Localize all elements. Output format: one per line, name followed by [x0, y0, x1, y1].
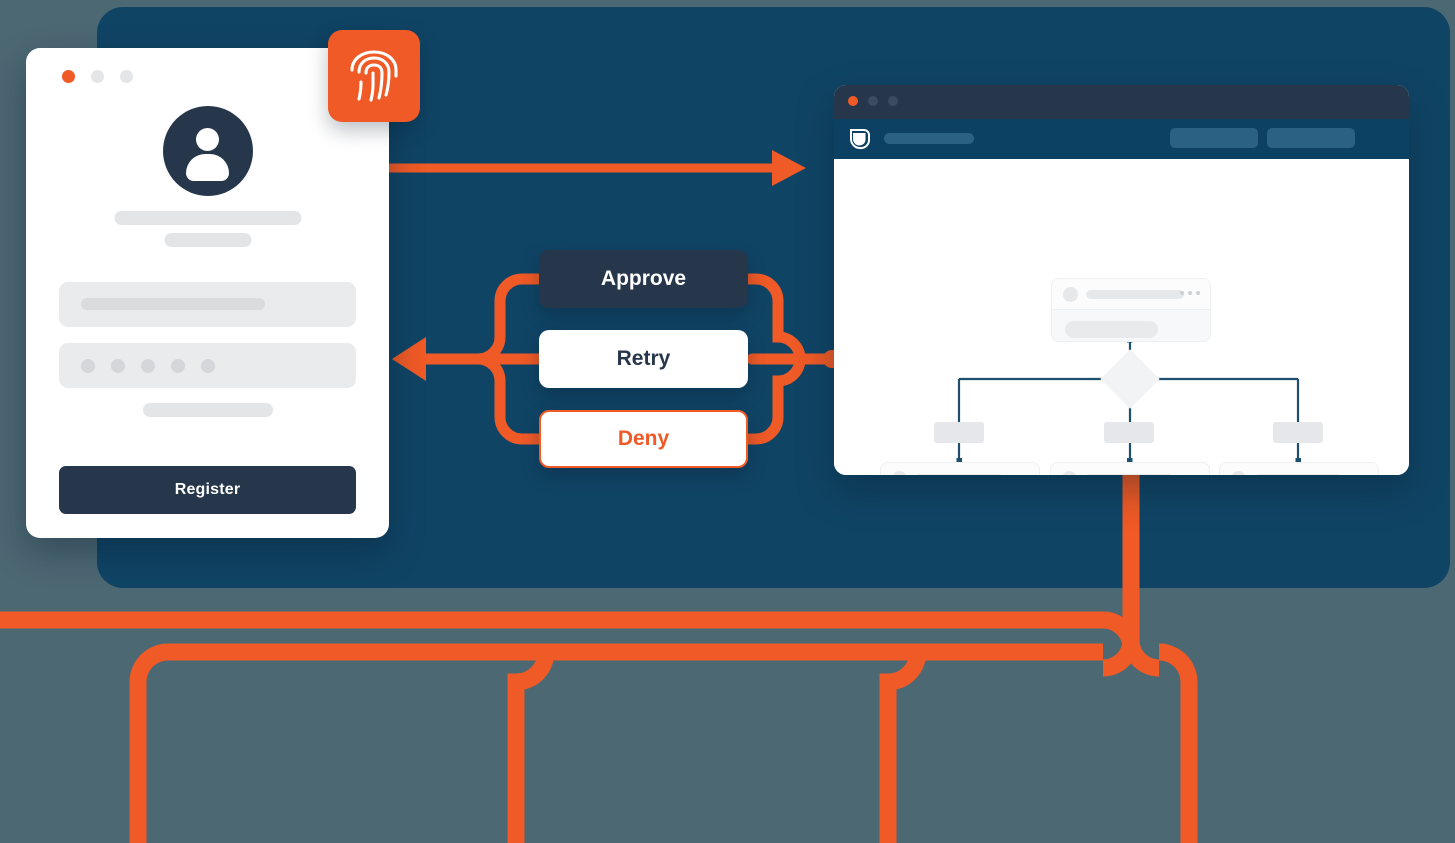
flowchart-card-body-placeholder: [1065, 321, 1158, 338]
browser-window: [834, 85, 1409, 475]
window-dot-minimize[interactable]: [91, 70, 104, 83]
flowchart-leaf-card-1[interactable]: [880, 462, 1040, 475]
flowchart-card-body: [1052, 310, 1210, 341]
flowchart-root-card[interactable]: [1051, 278, 1211, 342]
deny-button[interactable]: Deny: [539, 410, 748, 468]
form-hint-placeholder: [142, 403, 273, 417]
circle-avatar-icon: [1063, 287, 1078, 302]
approve-button[interactable]: Approve: [539, 250, 748, 308]
window-dot-maximize[interactable]: [120, 70, 133, 83]
flowchart-branch-chip-2[interactable]: [1104, 422, 1154, 443]
kebab-menu-icon[interactable]: [1180, 291, 1200, 295]
browser-titlebar: [834, 85, 1409, 119]
flowchart-card-title-placeholder: [915, 474, 1003, 475]
username-field[interactable]: [59, 282, 356, 327]
shield-leaf-logo-icon: [850, 129, 871, 150]
app-header-bar: [834, 119, 1409, 159]
decision-right-bracket: [742, 273, 841, 445]
flowchart-branch-chip-3[interactable]: [1273, 422, 1323, 443]
flowchart-card-title-placeholder: [1085, 474, 1173, 475]
app-title-placeholder: [884, 133, 974, 144]
user-name-placeholder: [114, 211, 301, 225]
top-arrow-connector: [369, 150, 806, 186]
illustration-stage: Register Approve Retry Deny: [0, 0, 1455, 843]
app-header-button-2[interactable]: [1267, 128, 1355, 148]
browser-dot-minimize[interactable]: [868, 96, 878, 106]
fingerprint-badge[interactable]: [328, 30, 420, 122]
browser-dot-close[interactable]: [848, 96, 858, 106]
registration-card: Register: [26, 48, 389, 538]
user-subtitle-placeholder: [164, 233, 251, 247]
retry-button[interactable]: Retry: [539, 330, 748, 388]
register-button[interactable]: Register: [59, 466, 356, 514]
flowchart-card-header: [881, 463, 1039, 475]
user-avatar-icon: [162, 106, 253, 196]
flowchart-leaf-card-3[interactable]: [1219, 462, 1379, 475]
bottom-bus-branches: [129, 639, 1198, 843]
password-field[interactable]: [59, 343, 356, 388]
flowchart-leaf-card-2[interactable]: [1050, 462, 1210, 475]
app-header-button-1[interactable]: [1170, 128, 1258, 148]
flowchart-card-header: [1052, 279, 1210, 310]
username-field-value: [81, 298, 265, 310]
flowchart-card-header: [1051, 463, 1209, 475]
browser-window-controls: [848, 96, 898, 106]
decision-left-arrowhead: [392, 337, 470, 381]
flowchart-card-title-placeholder: [1086, 290, 1184, 299]
decision-left-bracket: [456, 273, 545, 445]
flowchart-card-title-placeholder: [1254, 474, 1342, 475]
circle-avatar-icon: [892, 471, 907, 475]
flowchart-card-header: [1220, 463, 1378, 475]
password-masked-dots: [81, 359, 215, 373]
registration-card-window-controls: [62, 70, 133, 83]
browser-dot-maximize[interactable]: [888, 96, 898, 106]
circle-avatar-icon: [1062, 471, 1077, 475]
fingerprint-icon: [350, 50, 398, 102]
circle-avatar-icon: [1231, 471, 1246, 475]
flowchart-branch-chip-1[interactable]: [934, 422, 984, 443]
window-dot-close[interactable]: [62, 70, 75, 83]
flowchart-canvas: [834, 159, 1409, 475]
